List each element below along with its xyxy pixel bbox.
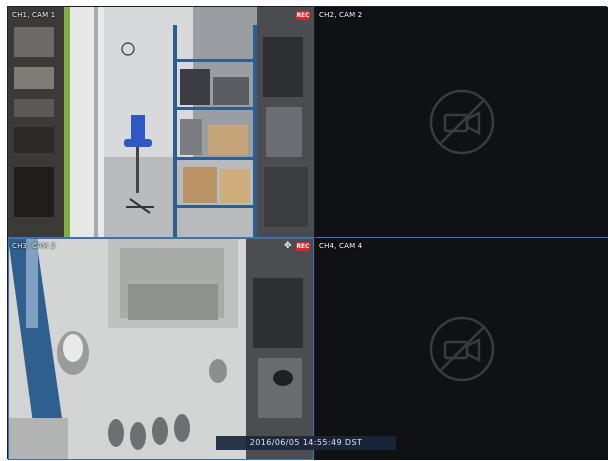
grid-divider-horizontal bbox=[8, 237, 608, 238]
no-video-camera-slashed-icon bbox=[429, 89, 494, 155]
timestamp-overlay: 2016/06/05 14:55:49 DST bbox=[216, 436, 396, 450]
record-icon: REC bbox=[296, 242, 310, 251]
grid-divider-vertical bbox=[314, 7, 315, 460]
camera-tile-ch1[interactable]: CH1, CAM 1 REC bbox=[8, 7, 314, 237]
no-video-camera-slashed-icon bbox=[429, 316, 494, 382]
camera-tile-ch2[interactable]: CH2, CAM 2 bbox=[315, 7, 608, 237]
camera-feed-ch3-image bbox=[8, 238, 314, 460]
camera-tile-ch4[interactable]: CH4, CAM 4 bbox=[315, 238, 608, 460]
record-icon: REC bbox=[296, 11, 310, 20]
camera-label-ch4: CH4, CAM 4 bbox=[319, 242, 363, 250]
move-arrows-icon[interactable]: ✥ bbox=[284, 242, 293, 251]
nvr-live-view: CH1, CAM 1 REC CH2, CAM 2 CH3, CAM 3 ✥ R… bbox=[7, 6, 608, 460]
camera-label-ch3: CH3, CAM 3 bbox=[12, 242, 56, 250]
camera-feed-ch1-image bbox=[8, 7, 314, 237]
camera-label-ch2: CH2, CAM 2 bbox=[319, 11, 363, 19]
camera-tile-ch3[interactable]: CH3, CAM 3 ✥ REC bbox=[8, 238, 314, 460]
camera-label-ch1: CH1, CAM 1 bbox=[12, 11, 56, 19]
